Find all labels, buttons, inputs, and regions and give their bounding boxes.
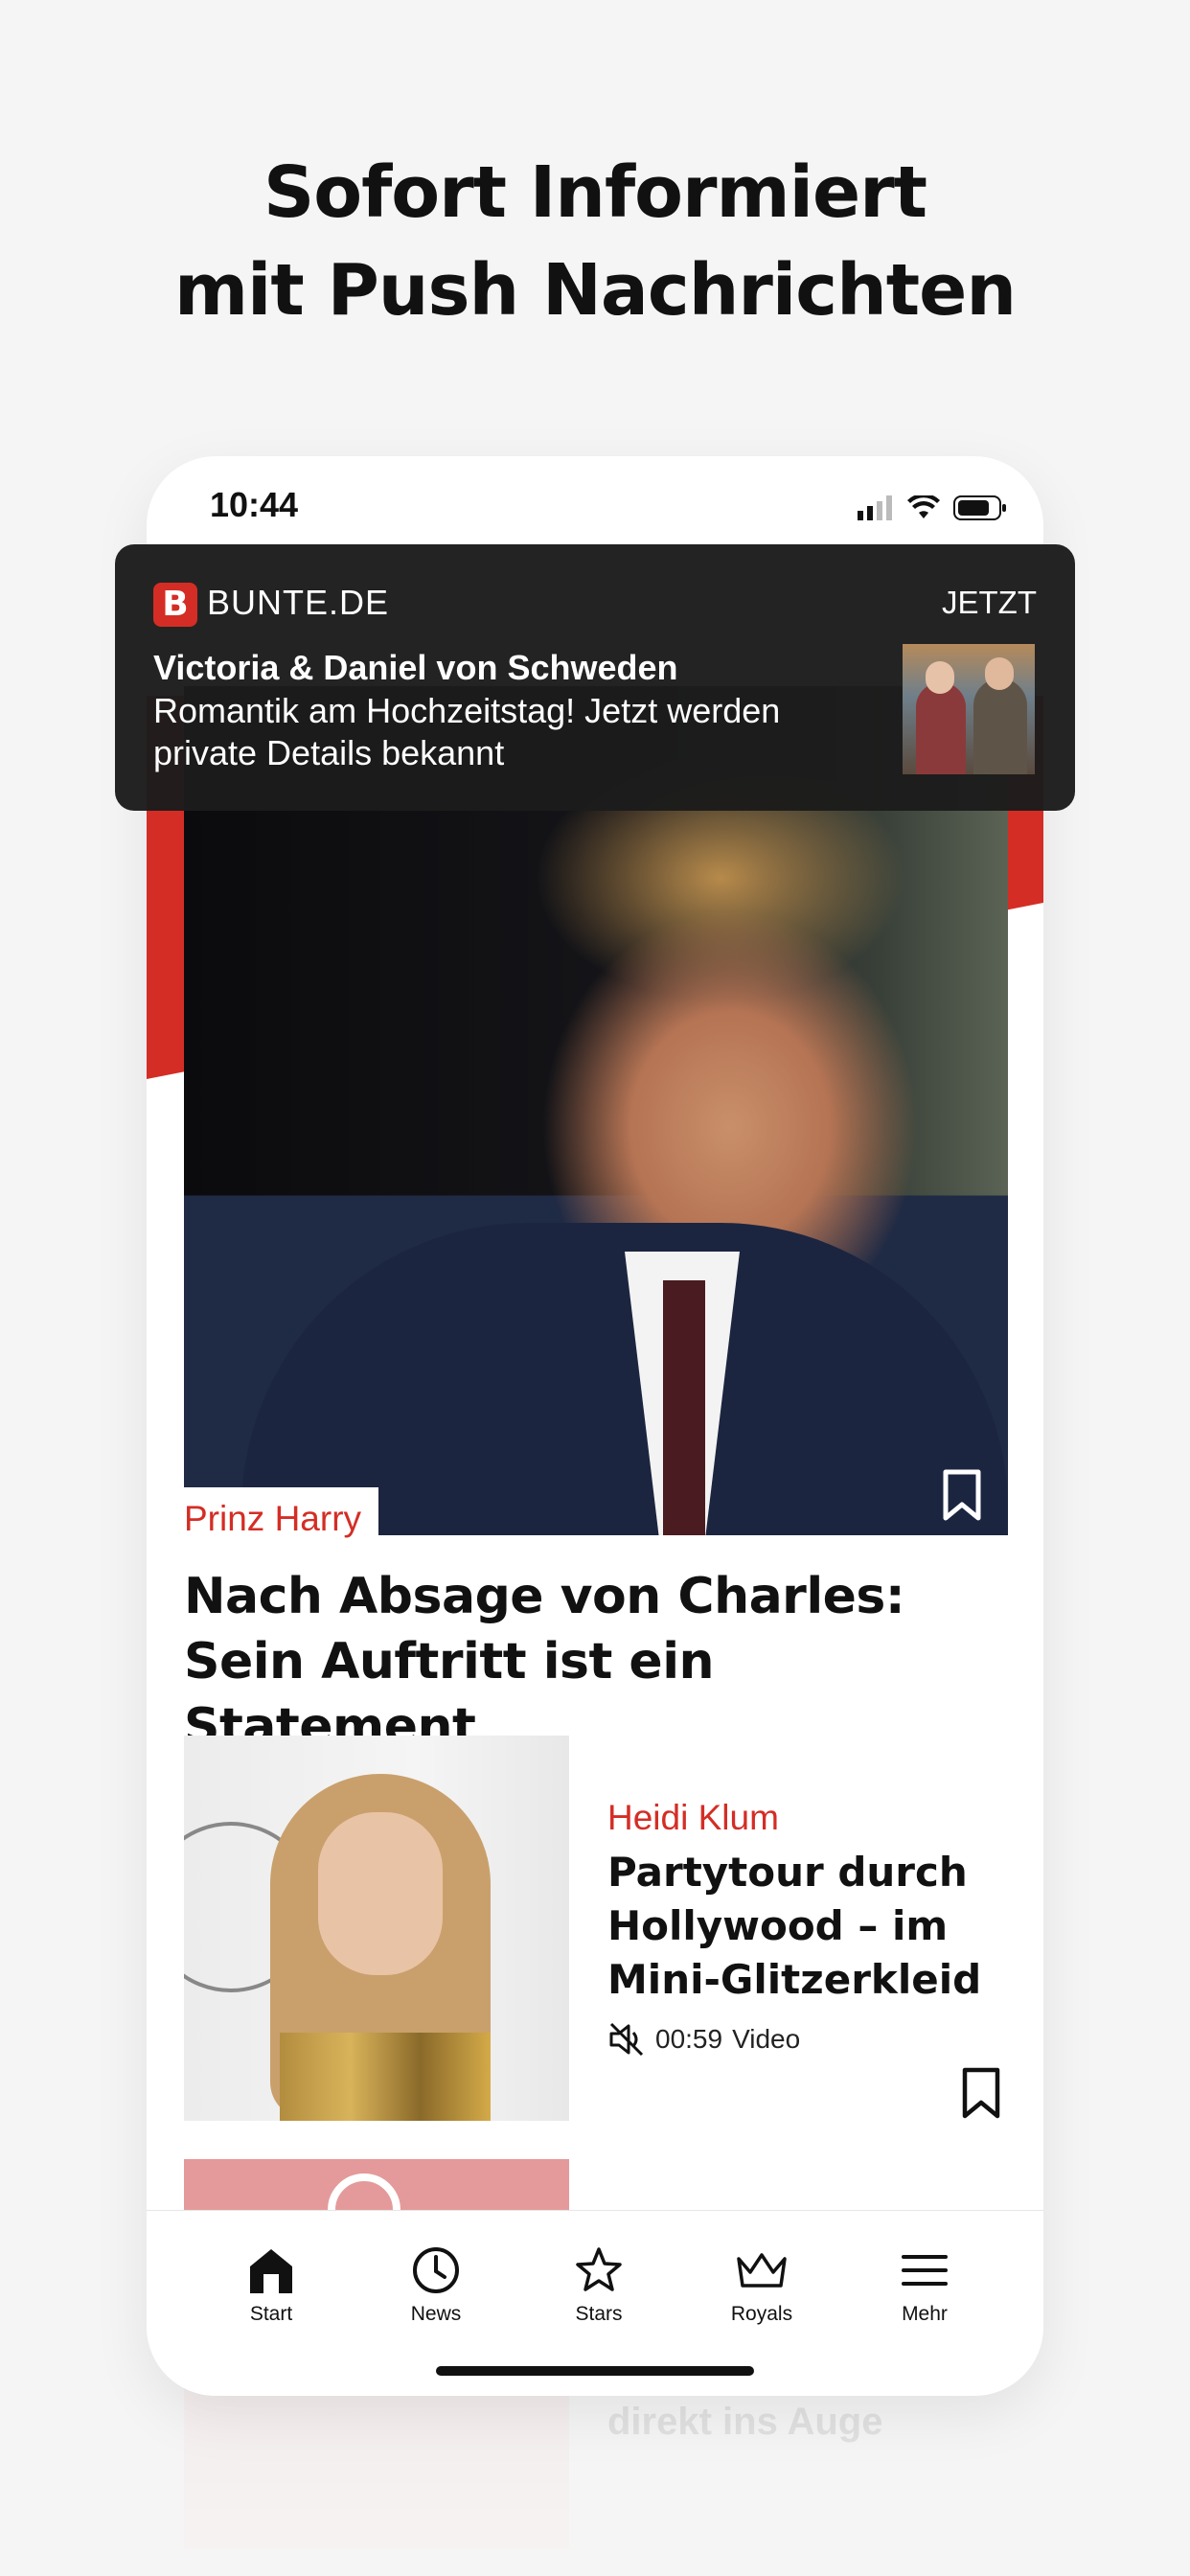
notification-thumbnail <box>903 644 1035 774</box>
bookmark-icon[interactable] <box>959 2066 1003 2120</box>
clock-icon <box>413 2247 459 2293</box>
hero-category-tag[interactable]: Prinz Harry <box>184 1487 379 1543</box>
home-indicator <box>436 2366 754 2376</box>
promo-line-2: mit Push Nachrichten <box>173 249 1017 332</box>
article-title[interactable]: Partytour durch Hollywood – im Mini-Glit… <box>607 1846 1029 2007</box>
tab-label: Stars <box>575 2303 623 2325</box>
bunte-logo-icon: B <box>153 583 197 627</box>
muted-speaker-icon <box>609 2022 644 2057</box>
video-label: Video <box>732 2024 801 2054</box>
crown-icon <box>737 2253 787 2288</box>
tab-start[interactable]: Start <box>204 2245 338 2326</box>
article-category-tag[interactable]: Heidi Klum <box>607 1798 779 1838</box>
status-bar: 10:44 <box>147 456 1043 542</box>
tab-label: Mehr <box>902 2303 948 2325</box>
notification-app-name: BUNTE.DE <box>207 583 390 622</box>
hero-article-title[interactable]: Nach Absage von Charles: Sein Auftritt i… <box>184 1564 1008 1760</box>
wifi-icon <box>907 495 940 518</box>
hero-image[interactable] <box>184 686 1008 1535</box>
peek-text: direkt ins Auge <box>607 2401 883 2443</box>
promo-line-1: Sofort Informiert <box>263 151 927 234</box>
status-time: 10:44 <box>210 485 299 524</box>
tab-royals[interactable]: Royals <box>695 2245 829 2326</box>
bookmark-icon[interactable] <box>940 1468 984 1522</box>
menu-icon <box>902 2255 948 2286</box>
tab-label: Royals <box>730 2303 793 2325</box>
signal-icon <box>858 495 892 520</box>
battery-icon <box>953 495 1006 520</box>
tab-label: Start <box>249 2303 293 2325</box>
notification-time: JETZT <box>942 585 1037 620</box>
video-meta: 00:59 Video <box>607 2022 800 2057</box>
tab-stars[interactable]: Stars <box>532 2245 666 2326</box>
tab-news[interactable]: News <box>369 2245 503 2326</box>
notification-body: Romantik am Hochzeitstag! Jetzt werden p… <box>153 691 781 772</box>
tab-label: News <box>410 2303 462 2325</box>
notification-title: Victoria & Daniel von Schweden <box>153 648 678 687</box>
star-icon <box>576 2247 622 2291</box>
push-notification[interactable]: B BUNTE.DE JETZT Victoria & Daniel von S… <box>115 544 1075 811</box>
video-duration: 00:59 <box>655 2024 723 2054</box>
home-icon <box>250 2249 292 2293</box>
article-thumbnail[interactable] <box>184 1736 569 2121</box>
promo-headline: Sofort Informiert mit Push Nachrichten <box>0 144 1190 339</box>
tab-mehr[interactable]: Mehr <box>858 2245 992 2326</box>
